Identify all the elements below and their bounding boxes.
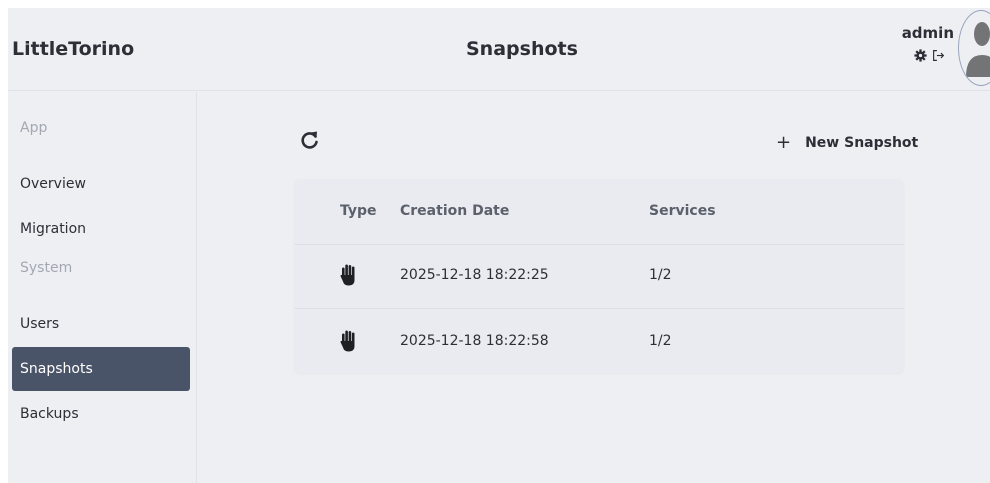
creation-date-cell: 2025-12-18 18:22:25: [400, 267, 549, 283]
hand-icon: [340, 243, 358, 307]
sidebar-section-app: App: [20, 120, 48, 136]
services-cell: 1/2: [649, 333, 672, 349]
logout-icon[interactable]: [932, 49, 945, 62]
table-header: Type Creation Date Services: [294, 179, 904, 245]
table-row[interactable]: 2025-12-18 18:22:58 1/2: [294, 309, 904, 375]
brand-title[interactable]: LittleTorino: [12, 38, 134, 60]
sidebar-item-users[interactable]: Users: [12, 302, 190, 346]
sidebar-item-migration[interactable]: Migration: [12, 207, 190, 251]
new-snapshot-button[interactable]: + New Snapshot: [776, 132, 918, 154]
sidebar-item-snapshots[interactable]: Snapshots: [12, 347, 190, 391]
gear-icon[interactable]: [914, 49, 927, 62]
avatar[interactable]: [958, 10, 990, 86]
column-header-creation-date: Creation Date: [400, 203, 510, 219]
table-row[interactable]: 2025-12-18 18:22:25 1/2: [294, 243, 904, 309]
page-title: Snapshots: [466, 38, 578, 60]
plus-icon: +: [776, 132, 792, 153]
sidebar-item-overview[interactable]: Overview: [12, 162, 190, 206]
services-cell: 1/2: [649, 267, 672, 283]
creation-date-cell: 2025-12-18 18:22:58: [400, 333, 549, 349]
sidebar-section-system: System: [20, 260, 73, 276]
user-name: admin: [901, 24, 954, 42]
sidebar-item-backups[interactable]: Backups: [12, 392, 190, 436]
refresh-icon[interactable]: [300, 129, 322, 153]
top-bar: LittleTorino Snapshots admin: [8, 8, 990, 91]
new-snapshot-label: New Snapshot: [805, 135, 919, 151]
snapshots-table: Type Creation Date Services 2025-12-18 1…: [294, 179, 904, 373]
app-window: LittleTorino Snapshots admin App Overvie…: [8, 8, 990, 483]
user-actions: [914, 49, 945, 62]
hand-icon: [340, 309, 358, 373]
column-header-type: Type: [340, 203, 377, 219]
column-header-services: Services: [649, 203, 716, 219]
sidebar: App Overview Migration System Users Snap…: [8, 92, 197, 483]
